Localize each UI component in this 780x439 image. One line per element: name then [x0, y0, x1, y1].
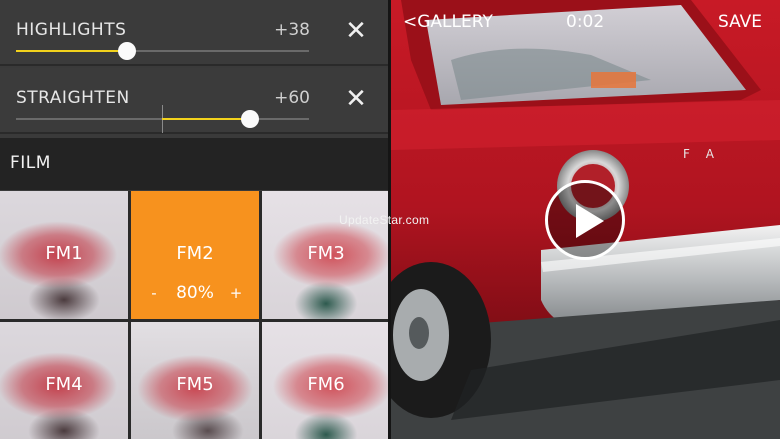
- close-straighten-button[interactable]: ✕: [344, 86, 368, 112]
- straighten-label: STRAIGHTEN: [16, 88, 130, 108]
- filter-tile-fm2[interactable]: FM2 - 80% +: [131, 191, 259, 319]
- filter-tile-fm5[interactable]: FM5: [131, 322, 259, 439]
- chevron-left-icon: <: [403, 12, 418, 32]
- video-preview[interactable]: F A <GALLERY 0:02 SAVE: [391, 0, 780, 439]
- highlights-value: +38: [274, 20, 310, 40]
- straighten-slider-thumb[interactable]: [241, 110, 259, 128]
- filter-label: FM3: [307, 243, 345, 264]
- filter-tile-fm6[interactable]: FM6: [262, 322, 390, 439]
- highlights-slider-fill: [16, 50, 127, 52]
- close-highlights-button[interactable]: ✕: [344, 18, 368, 44]
- play-button[interactable]: [545, 180, 625, 260]
- filter-label: FM5: [176, 374, 214, 395]
- editor-panel: HIGHLIGHTS +38 ✕ STRAIGHTEN +60 ✕ FILM F…: [0, 0, 390, 439]
- playback-time: 0:02: [566, 12, 605, 32]
- film-filter-grid: FM1 FM2 - 80% + FM3 FM4 FM5 FM6: [0, 191, 390, 439]
- filter-tile-fm1[interactable]: FM1: [0, 191, 128, 319]
- highlights-slider-thumb[interactable]: [118, 42, 136, 60]
- back-to-gallery-button[interactable]: <GALLERY: [403, 12, 493, 32]
- back-label: GALLERY: [417, 12, 493, 32]
- filter-label: FM2: [176, 243, 214, 264]
- filter-tile-fm3[interactable]: FM3: [262, 191, 390, 319]
- increase-intensity-button[interactable]: +: [227, 284, 245, 302]
- straighten-value: +60: [274, 88, 310, 108]
- filter-label: FM6: [307, 374, 345, 395]
- filter-label: FM1: [45, 243, 83, 264]
- play-icon: [576, 204, 604, 238]
- straighten-slider[interactable]: [16, 105, 309, 133]
- highlights-adjustment: HIGHLIGHTS +38 ✕: [0, 0, 390, 66]
- watermark-text: UpdateStar.com: [339, 213, 430, 227]
- highlights-label: HIGHLIGHTS: [16, 20, 127, 40]
- highlights-slider[interactable]: [16, 42, 309, 60]
- save-button[interactable]: SAVE: [718, 12, 762, 32]
- straighten-adjustment: STRAIGHTEN +60 ✕: [0, 68, 390, 134]
- svg-text:F A: F A: [683, 147, 720, 161]
- film-title: FILM: [10, 153, 51, 173]
- filter-tile-fm4[interactable]: FM4: [0, 322, 128, 439]
- filter-label: FM4: [45, 374, 83, 395]
- straighten-slider-fill: [162, 118, 250, 120]
- film-section-header: FILM: [0, 138, 390, 190]
